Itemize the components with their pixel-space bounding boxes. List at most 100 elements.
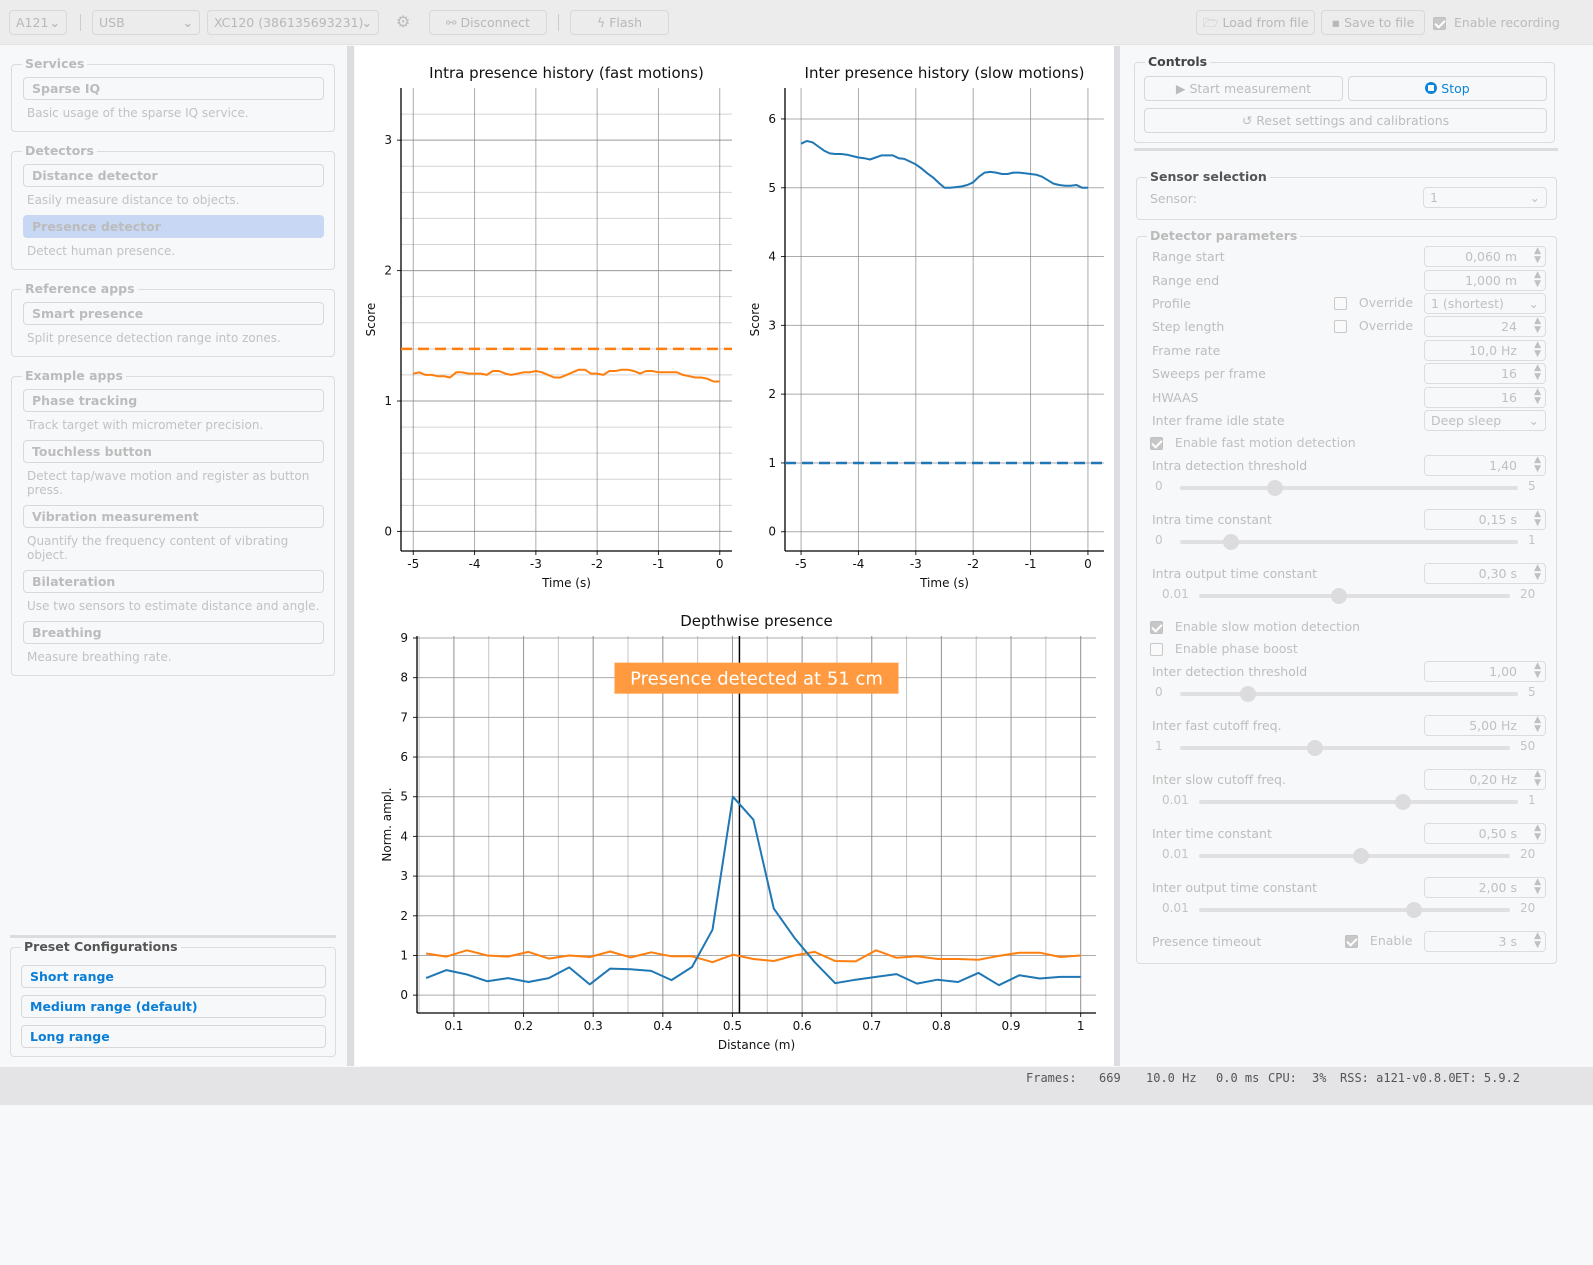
spin-arrows-icon: ▲ ▼ [1534,563,1541,582]
slider-handle[interactable] [1239,686,1256,702]
spin-arrows-icon: ▲ ▼ [1534,316,1541,335]
port-select[interactable]: USB ⌄ [92,10,200,35]
sensor-value: 1 [1430,190,1438,205]
preset-long-range[interactable]: Long range [21,1025,326,1048]
range-start-input[interactable]: 0,060 m ▲ ▼ [1424,246,1546,267]
reset-icon: ↺ [1241,113,1253,128]
reset-button[interactable]: ↺ Reset settings and calibrations [1144,108,1547,133]
chart-title: Inter presence history (slow motions) [805,64,1085,82]
intra-out-tc-slider[interactable] [1199,588,1510,604]
app-smart-presence[interactable]: Smart presence [23,302,324,325]
intra-threshold-input[interactable]: 1,40 ▲ ▼ [1424,455,1546,476]
hwaas-input[interactable]: 16 ▲ ▼ [1424,387,1546,408]
enable-phase-boost-label: Enable phase boost [1174,641,1298,656]
enable-fast-label: Enable fast motion detection [1174,435,1356,450]
spin-arrows-icon: ▲ ▼ [1534,715,1541,734]
series-line-fast [425,949,1081,964]
slider-min-label: 0.01 [1162,847,1189,861]
gear-icon[interactable]: ⚙ [396,12,410,31]
enable-slow-motion-checkbox[interactable]: Enable slow motion detection [1150,619,1360,634]
slider-handle[interactable] [1330,588,1347,604]
device-select[interactable]: XC120 (386135693231) ⌄ [207,10,379,35]
inter-slow-cutoff-input[interactable]: 0,20 Hz ▲ ▼ [1424,769,1546,790]
inter-threshold-slider[interactable] [1180,686,1518,702]
inter-slow-cutoff-slider[interactable] [1199,794,1518,810]
enable-phase-boost-checkbox[interactable]: Enable phase boost [1150,641,1298,656]
save-to-file-button[interactable]: ▪ Save to file [1321,10,1425,35]
port-value: USB [99,15,125,30]
x-tick-label: 0.1 [444,1019,463,1033]
group-services: Services Sparse IQ Basic usage of the sp… [11,56,335,132]
slider-handle[interactable] [1307,740,1324,756]
enable-fast-motion-checkbox[interactable]: Enable fast motion detection [1150,435,1356,450]
enable-slow-label: Enable slow motion detection [1174,619,1361,634]
idle-state-select[interactable]: Deep sleep ⌄ [1424,410,1546,431]
slider-handle[interactable] [1405,902,1422,918]
flash-label: Flash [609,15,642,30]
slider-handle[interactable] [1222,534,1239,550]
load-from-file-button[interactable]: 🗁 Load from file [1196,10,1315,35]
app-touchless-button[interactable]: Touchless button [23,440,324,463]
sweeps-per-frame-input[interactable]: 16 ▲ ▼ [1424,363,1546,384]
app-description: Detect tap/wave motion and register as b… [27,469,310,497]
stop-button[interactable]: Stop [1348,76,1547,101]
x-tick-label: 0.3 [584,1019,603,1033]
frame-rate-readout: 10.0 Hz [1146,1071,1197,1085]
intra-output-tc-input[interactable]: 0,30 s ▲ ▼ [1424,563,1546,584]
inter-tc-input[interactable]: 0,50 s ▲ ▼ [1424,823,1546,844]
step-length-override-checkbox[interactable]: Override [1334,318,1413,333]
preset-medium-range[interactable]: Medium range (default) [21,995,326,1018]
folder-open-icon: 🗁 [1203,15,1219,30]
disconnect-button[interactable]: ⚯ Disconnect [429,10,547,35]
group-reference-apps: Reference apps Smart presence Split pres… [11,281,335,357]
sensor-select[interactable]: 1 ⌄ [1423,187,1547,208]
app-phase-tracking[interactable]: Phase tracking [23,389,324,412]
app-bilateration[interactable]: Bilateration [23,570,324,593]
x-tick-label: -5 [795,557,807,571]
start-measurement-button[interactable]: ▶ Start measurement [1144,76,1343,101]
inter-fast-cutoff-input[interactable]: 5,00 Hz ▲ ▼ [1424,715,1546,736]
y-tick-label: 7 [400,710,408,724]
inter-output-tc-input[interactable]: 2,00 s ▲ ▼ [1424,877,1546,898]
idle-state-label: Inter frame idle state [1152,413,1285,428]
profile-select[interactable]: 1 (shortest) ⌄ [1424,293,1546,314]
disconnect-label: Disconnect [460,15,530,30]
slider-min-label: 0 [1155,685,1163,699]
intra-threshold-slider[interactable] [1180,480,1518,496]
app-presence-detector[interactable]: Presence detector [23,215,324,238]
slider-handle[interactable] [1352,848,1369,864]
intra-tc-slider[interactable] [1180,534,1518,550]
y-tick-label: 3 [400,869,408,883]
preset-short-range[interactable]: Short range [21,965,326,988]
frame-rate-input[interactable]: 10,0 Hz ▲ ▼ [1424,340,1546,361]
y-tick-label: 3 [768,318,776,332]
profile-override-checkbox[interactable]: Override [1334,295,1413,310]
checkbox-checked-icon [1150,437,1163,450]
flash-button[interactable]: ϟ Flash [570,10,669,35]
app-sparse-iq[interactable]: Sparse IQ [23,77,324,100]
override-label: Override [1358,295,1414,310]
generation-select[interactable]: A121 ⌄ [9,10,67,35]
presence-timeout-enable-checkbox[interactable]: Enable [1345,933,1413,948]
toolbar-separator [558,14,559,31]
presence-timeout-input[interactable]: 3 s ▲ ▼ [1424,931,1546,952]
app-distance-detector[interactable]: Distance detector [23,164,324,187]
inter-threshold-input[interactable]: 1,00 ▲ ▼ [1424,661,1546,682]
slider-min-label: 1 [1155,739,1163,753]
chevron-down-icon: ⌄ [1528,413,1539,428]
range-end-input[interactable]: 1,000 m ▲ ▼ [1424,270,1546,291]
inter-fast-cutoff-slider[interactable] [1180,740,1510,756]
inter-tc-slider[interactable] [1199,848,1510,864]
app-vibration-measurement[interactable]: Vibration measurement [23,505,324,528]
slider-handle[interactable] [1395,794,1412,810]
x-tick-label: -2 [591,557,603,571]
device-value: XC120 (386135693231) [214,15,364,30]
intra-tc-input[interactable]: 0,15 s ▲ ▼ [1424,509,1546,530]
enable-recording-checkbox[interactable]: Enable recording [1433,15,1560,30]
slider-handle[interactable] [1266,480,1283,496]
splitter-handle[interactable] [347,46,354,1066]
step-length-input[interactable]: 24 ▲ ▼ [1424,316,1546,337]
inter-out-tc-slider[interactable] [1199,902,1510,918]
app-breathing[interactable]: Breathing [23,621,324,644]
x-axis-label: Time (s) [541,576,591,590]
